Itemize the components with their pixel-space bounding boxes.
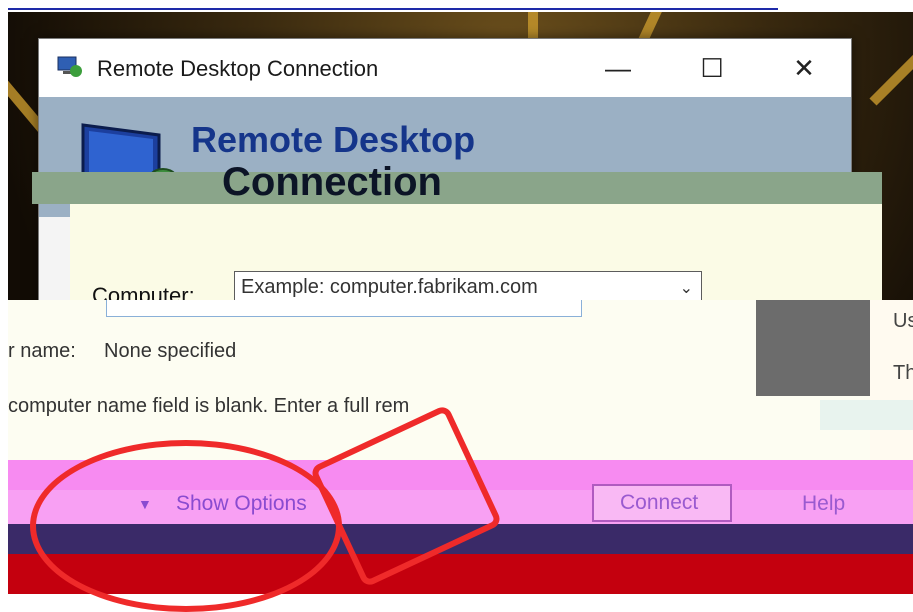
top-line: [8, 8, 778, 10]
connect-button[interactable]: Connect: [592, 484, 732, 522]
chevron-down-icon[interactable]: ⌄: [680, 278, 693, 298]
side-label-th: Th: [893, 362, 913, 384]
side-label-us: Us: [893, 310, 913, 332]
window-title: Remote Desktop Connection: [97, 56, 379, 81]
computer-input[interactable]: Example: computer.fabrikam.com: [241, 276, 538, 299]
user-name-label: r name:: [8, 340, 76, 362]
glitch-block: [756, 300, 870, 396]
user-name-value: None specified: [104, 340, 237, 362]
help-button[interactable]: Help: [802, 492, 845, 516]
show-options-button[interactable]: Show Options: [176, 492, 307, 516]
blank-field-hint: computer name field is blank. Enter a fu…: [8, 395, 410, 417]
banner-strip: [32, 172, 882, 204]
close-icon[interactable]: ✕: [765, 39, 843, 97]
title-bar[interactable]: Remote Desktop Connection — ☐ ✕: [39, 39, 851, 97]
app-icon: [57, 56, 82, 77]
glitch-strip: [820, 400, 913, 430]
banner-title-line2: Connection: [222, 160, 442, 204]
banner-title-line1: Remote Desktop: [191, 119, 476, 160]
distortion-arc: [30, 440, 342, 612]
connect-label: Connect: [620, 491, 699, 514]
maximize-icon[interactable]: ☐: [673, 39, 751, 97]
minimize-icon[interactable]: —: [579, 39, 657, 97]
ghost-input-field: [106, 300, 582, 317]
chevron-down-icon[interactable]: ▼: [138, 496, 152, 512]
